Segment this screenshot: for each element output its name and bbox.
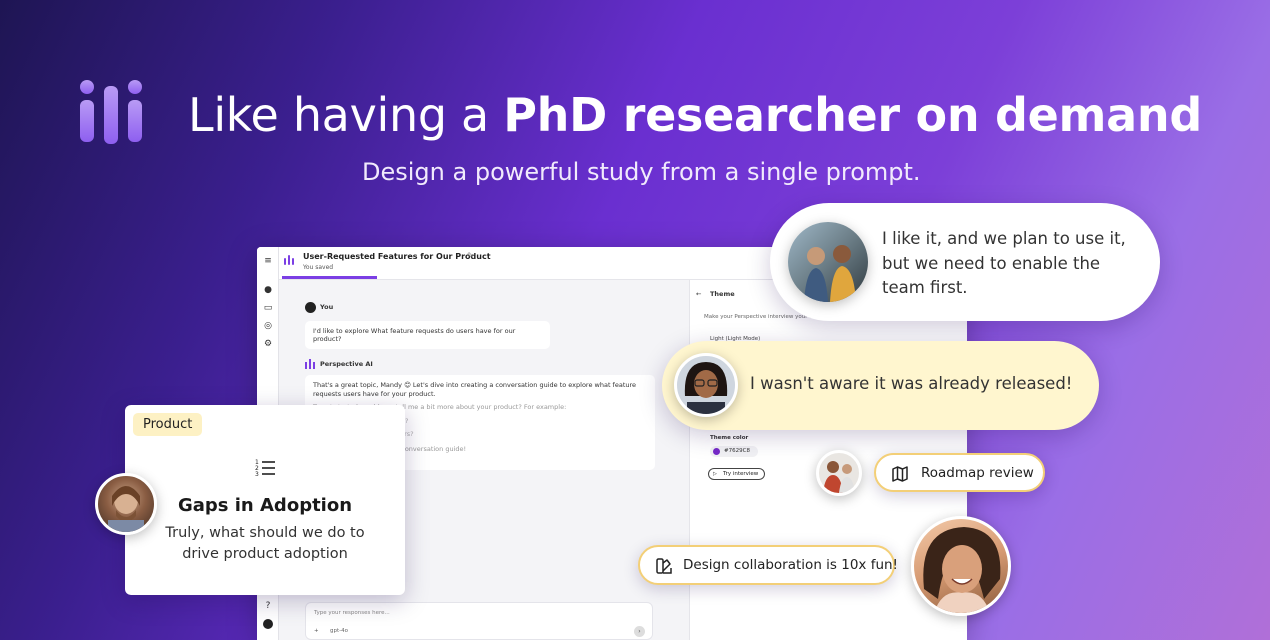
ai-name: Perspective AI (320, 360, 373, 368)
panel-title: Theme (710, 290, 735, 298)
roadmap-chip: Roadmap review (874, 453, 1045, 492)
play-icon: ▷ (713, 471, 717, 477)
participant-photo-meeting (816, 450, 862, 496)
theme-color-value: #7629C8 (724, 448, 750, 454)
list-icon: 123 (254, 457, 276, 479)
bell-icon[interactable]: ◎ (263, 321, 273, 331)
user-message: I'd like to explore What feature request… (305, 321, 550, 349)
chat-input[interactable]: Type your responses here... + gpt-4o › (305, 602, 653, 640)
roadmap-label: Roadmap review (921, 465, 1034, 481)
quote-text-2: I wasn't aware it was already released! (750, 374, 1073, 393)
back-arrow-icon[interactable]: ← (696, 290, 701, 298)
color-swatch-icon (713, 448, 720, 455)
participant-photo-man (95, 473, 157, 535)
hero-subtitle: Design a powerful study from a single pr… (362, 158, 921, 186)
ai-message-text-1: That's a great topic, Mandy 😊 Let's dive… (313, 381, 637, 398)
user-name: You (320, 303, 334, 311)
try-interview-button[interactable]: ▷ Try interview (708, 468, 766, 480)
model-selector[interactable]: gpt-4o (330, 628, 348, 634)
help-icon[interactable]: ? (263, 601, 273, 611)
sliders-icon[interactable]: ⚙ (263, 339, 273, 349)
card-title: Gaps in Adoption (177, 495, 353, 516)
study-title[interactable]: User-Requested Features for Our Product (303, 252, 491, 261)
attach-icon[interactable]: + (314, 628, 319, 634)
quote-card-2: I wasn't aware it was already released! (662, 341, 1099, 430)
menu-icon[interactable]: ≡ (263, 256, 273, 266)
chat-input-placeholder: Type your responses here... (314, 610, 390, 616)
swatch-book-icon (655, 557, 673, 575)
user-avatar-icon[interactable] (263, 619, 273, 629)
svg-text:3: 3 (255, 471, 259, 478)
theme-color-label: Theme color (710, 435, 749, 441)
map-icon (891, 465, 909, 483)
participant-photo-woman (674, 353, 738, 417)
brand-logo (80, 80, 142, 144)
progress-bar (282, 276, 377, 279)
participant-photo-group (788, 222, 868, 302)
edit-icon[interactable]: ✎ (467, 251, 474, 260)
user-avatar (305, 302, 316, 313)
design-label: Design collaboration is 10x fun! (683, 557, 898, 573)
card-body: Truly, what should we do to drive produc… (165, 525, 365, 562)
study-owner: You saved (303, 264, 334, 271)
send-icon[interactable]: › (634, 626, 645, 637)
design-chip: Design collaboration is 10x fun! (638, 545, 898, 585)
theme-color-field[interactable]: #7629C8 (710, 446, 758, 457)
quote-card-1: I like it, and we plan to use it, but we… (770, 203, 1160, 321)
hero-title: Like having a PhD researcher on demand (188, 88, 1202, 142)
participant-photo-smiling-woman (911, 516, 1011, 616)
quote-text-1: I like it, and we plan to use it, but we… (882, 229, 1126, 297)
insight-card: Product 123 Gaps in Adoption Truly, what… (125, 405, 405, 595)
product-tag: Product (133, 413, 203, 436)
ai-logo-icon (305, 359, 315, 369)
app-logo-icon (284, 255, 294, 265)
add-icon[interactable]: ● (263, 285, 273, 295)
folder-icon[interactable]: ▭ (263, 303, 273, 313)
